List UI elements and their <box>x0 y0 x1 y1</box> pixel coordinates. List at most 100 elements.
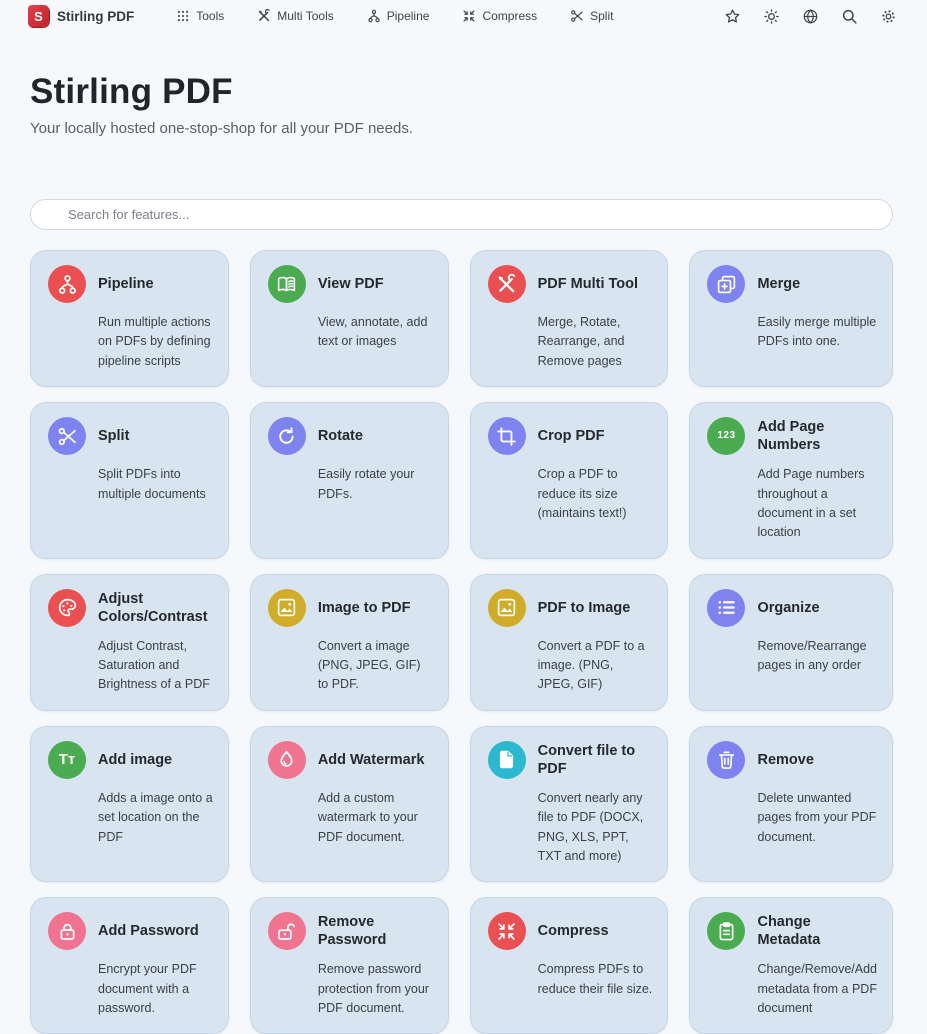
card-description: Compress PDFs to reduce their file size. <box>538 960 653 999</box>
compress-icon <box>488 912 526 950</box>
card-convert-file-to-pdf[interactable]: Convert file to PDFConvert nearly any fi… <box>470 726 669 883</box>
feature-card-grid: PipelineRun multiple actions on PDFs by … <box>30 250 893 1034</box>
nav-menu: Tools Multi Tools Pipeline Compress Split <box>176 9 613 23</box>
card-header: Adjust Colors/Contrast <box>48 589 213 627</box>
card-title: Image to PDF <box>318 599 411 617</box>
card-header: Image to PDF <box>268 589 433 627</box>
card-remove[interactable]: Remove Delete unwanted pages from your PD… <box>689 726 893 883</box>
globe-icon <box>802 8 819 25</box>
nav-item-label: Split <box>590 9 613 23</box>
nav-item-multi-tools[interactable]: Multi Tools <box>257 9 333 23</box>
grid-icon <box>176 9 190 23</box>
feature-search-bar[interactable] <box>30 199 893 230</box>
gear-icon <box>880 8 897 25</box>
sun-icon <box>763 8 780 25</box>
tools-icon <box>488 265 526 303</box>
droplet-icon <box>268 741 306 779</box>
card-change-metadata[interactable]: Change MetadataChange/Remove/Add metadat… <box>689 897 893 1034</box>
card-pipeline[interactable]: PipelineRun multiple actions on PDFs by … <box>30 250 229 387</box>
brand-name: Stirling PDF <box>57 9 134 24</box>
list-icon <box>707 589 745 627</box>
card-title: Merge <box>757 275 800 293</box>
merge-icon <box>707 265 745 303</box>
card-header: Organize <box>707 589 877 627</box>
card-merge[interactable]: Merge Easily merge multiple PDFs into one… <box>689 250 893 387</box>
card-organize[interactable]: Organize Remove/Rearrange pages in any or… <box>689 574 893 711</box>
top-navbar: S Stirling PDF Tools Multi Tools Pipeline C… <box>0 0 927 32</box>
page-header: Stirling PDF Your locally hosted one-sto… <box>0 72 927 137</box>
settings-button[interactable] <box>880 8 897 25</box>
nav-item-tools[interactable]: Tools <box>176 9 224 23</box>
compress-icon <box>462 9 476 23</box>
search-button[interactable] <box>841 8 858 25</box>
card-description: Convert a PDF to a image. (PNG, JPEG, GI… <box>538 637 653 695</box>
search-icon <box>841 8 858 25</box>
nav-item-pipeline[interactable]: Pipeline <box>367 9 430 23</box>
theme-toggle-button[interactable] <box>763 8 780 25</box>
pipeline-icon <box>367 9 381 23</box>
book-open-icon <box>268 265 306 303</box>
card-description: Easily merge multiple PDFs into one. <box>757 313 877 352</box>
card-header: Add Password <box>48 912 213 950</box>
card-header: Add Watermark <box>268 741 433 779</box>
card-remove-password[interactable]: Remove PasswordRemove password protectio… <box>250 897 449 1034</box>
card-add-password[interactable]: Add Password Encrypt your PDF document wi… <box>30 897 229 1034</box>
card-title: Crop PDF <box>538 427 605 445</box>
scissors-icon <box>48 417 86 455</box>
card-rotate[interactable]: RotateEasily rotate your PDFs. <box>250 402 449 559</box>
card-header: Convert file to PDF <box>488 741 653 779</box>
scissors-icon <box>570 9 584 23</box>
card-title: Remove <box>757 751 813 769</box>
card-header: View PDF <box>268 265 433 303</box>
card-compress[interactable]: Compress Compress PDFs to reduce their fi… <box>470 897 669 1034</box>
nav-item-label: Multi Tools <box>277 9 333 23</box>
card-header: Change Metadata <box>707 912 877 950</box>
card-add-image[interactable]: TᴛAdd image Adds a image onto a set locat… <box>30 726 229 883</box>
card-title: PDF Multi Tool <box>538 275 638 293</box>
card-view-pdf[interactable]: View PDFView, annotate, add text or imag… <box>250 250 449 387</box>
card-pdf-multi-tool[interactable]: PDF Multi Tool Merge, Rotate, Rearrange, … <box>470 250 669 387</box>
unlock-icon <box>268 912 306 950</box>
brand-home-link[interactable]: S Stirling PDF <box>28 5 134 27</box>
card-title: Add Page Numbers <box>757 418 877 454</box>
nav-item-label: Pipeline <box>387 9 430 23</box>
card-add-page-numbers[interactable]: 123Add Page NumbersAdd Page numbers thro… <box>689 402 893 559</box>
favourites-button[interactable] <box>724 8 741 25</box>
card-description: Merge, Rotate, Rearrange, and Remove pag… <box>538 313 653 371</box>
pipeline-icon <box>48 265 86 303</box>
card-adjust-colors-contrast[interactable]: Adjust Colors/ContrastAdjust Contrast, S… <box>30 574 229 711</box>
nav-item-label: Compress <box>482 9 537 23</box>
card-crop-pdf[interactable]: Crop PDF Crop a PDF to reduce its size (m… <box>470 402 669 559</box>
card-split[interactable]: SplitSplit PDFs into multiple documents <box>30 402 229 559</box>
star-icon <box>724 8 741 25</box>
trash-icon <box>707 741 745 779</box>
card-title: View PDF <box>318 275 384 293</box>
card-title: Add image <box>98 751 172 769</box>
language-button[interactable] <box>802 8 819 25</box>
card-description: Encrypt your PDF document with a passwor… <box>98 960 213 1018</box>
page-title: Stirling PDF <box>30 72 897 112</box>
card-description: Crop a PDF to reduce its size (maintains… <box>538 465 653 523</box>
card-header: PDF Multi Tool <box>488 265 653 303</box>
card-description: Adds a image onto a set location on the … <box>98 789 213 847</box>
card-image-to-pdf[interactable]: Image to PDF Convert a image (PNG, JPEG, … <box>250 574 449 711</box>
card-title: Compress <box>538 922 609 940</box>
card-description: Add a custom watermark to your PDF docum… <box>318 789 433 847</box>
card-description: Easily rotate your PDFs. <box>318 465 433 504</box>
nav-item-split[interactable]: Split <box>570 9 613 23</box>
card-description: Convert a image (PNG, JPEG, GIF) to PDF. <box>318 637 433 695</box>
card-title: PDF to Image <box>538 599 631 617</box>
card-description: Remove/Rearrange pages in any order <box>757 637 877 676</box>
card-description: Delete unwanted pages from your PDF docu… <box>757 789 877 847</box>
card-title: Add Password <box>98 922 199 940</box>
page-subtitle: Your locally hosted one-stop-shop for al… <box>30 120 897 137</box>
card-pdf-to-image[interactable]: PDF to Image Convert a PDF to a image. (P… <box>470 574 669 711</box>
card-header: Crop PDF <box>488 417 653 455</box>
card-header: Split <box>48 417 213 455</box>
image-icon <box>268 589 306 627</box>
card-add-watermark[interactable]: Add Watermark Add a custom watermark to y… <box>250 726 449 883</box>
card-title: Change Metadata <box>757 913 877 949</box>
feature-search-input[interactable] <box>68 207 879 222</box>
card-header: TᴛAdd image <box>48 741 213 779</box>
nav-item-compress[interactable]: Compress <box>462 9 537 23</box>
